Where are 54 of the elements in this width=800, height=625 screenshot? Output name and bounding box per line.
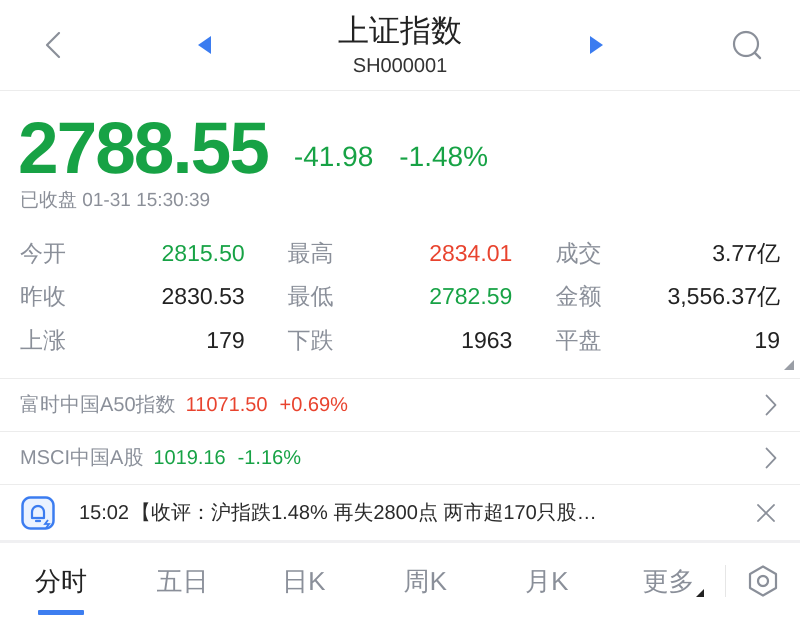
stat-label: 上涨 xyxy=(20,326,66,354)
stat-label: 成交 xyxy=(555,238,602,268)
stat-label: 下跌 xyxy=(288,326,334,354)
stat-label: 平盘 xyxy=(555,326,602,354)
price-value: 2788.55 xyxy=(18,109,268,189)
chart-tab[interactable]: 更多 xyxy=(608,543,729,619)
price-change: -41.98 xyxy=(294,140,374,174)
related-index-row[interactable]: MSCI中国A股 1019.16 -1.16% xyxy=(0,432,800,485)
stat-value: 2782.59 xyxy=(429,282,512,311)
stat-value: 3.77亿 xyxy=(712,238,780,268)
stat-value: 1963 xyxy=(461,326,512,354)
percent-change: -1.48% xyxy=(399,140,488,174)
stat-label: 金额 xyxy=(555,282,602,311)
next-index-button[interactable] xyxy=(588,35,604,55)
stat-value: 3,556.37亿 xyxy=(667,282,780,311)
news-time: 15:02 xyxy=(79,500,130,526)
chart-tab[interactable]: 周K xyxy=(364,543,486,619)
stat-label: 昨收 xyxy=(20,282,66,311)
chart-tab[interactable]: 五日 xyxy=(122,543,243,619)
related-index-change: -1.16% xyxy=(238,446,302,471)
chart-tab[interactable]: 月K xyxy=(486,543,608,619)
settings-icon xyxy=(748,565,778,597)
chart-tab[interactable]: 日K xyxy=(243,543,364,619)
related-index-change: +0.69% xyxy=(280,393,348,418)
stat-value: 19 xyxy=(754,326,780,354)
back-chevron-icon xyxy=(45,31,61,59)
stat-label: 最低 xyxy=(288,282,334,311)
previous-index-button[interactable] xyxy=(196,35,212,55)
market-status: 已收盘 01-31 15:30:39 xyxy=(20,189,210,213)
stat-label: 今开 xyxy=(20,238,66,268)
stat-value: 2815.50 xyxy=(162,238,245,268)
close-button[interactable] xyxy=(755,502,777,524)
index-code: SH000001 xyxy=(352,54,448,79)
related-index-name: MSCI中国A股 xyxy=(20,446,144,471)
left-triangle-icon xyxy=(198,36,210,54)
related-index-value: 1019.16 xyxy=(153,446,226,471)
page-title: 上证指数 xyxy=(338,12,462,50)
chevron-right-icon xyxy=(765,447,777,469)
right-triangle-icon xyxy=(590,36,602,54)
related-index-value: 11071.50 xyxy=(186,393,268,418)
news-headline[interactable]: 【收评：沪指跌1.48% 再失2800点 两市超170只股… xyxy=(131,498,597,528)
stat-value: 2834.01 xyxy=(429,238,512,268)
related-index-row[interactable]: 富时中国A50指数 11071.50 +0.69% xyxy=(0,379,800,432)
corner-triangle-icon[interactable] xyxy=(784,360,794,370)
bell-notice-icon xyxy=(21,496,55,530)
related-index-name: 富时中国A50指数 xyxy=(20,393,176,418)
close-icon xyxy=(756,502,776,522)
chevron-right-icon xyxy=(765,394,777,416)
stat-label: 最高 xyxy=(288,238,334,268)
stat-value: 179 xyxy=(206,326,245,354)
dropdown-corner-icon xyxy=(696,588,704,596)
chart-tab[interactable]: 分时 xyxy=(0,543,122,619)
stat-value: 2830.53 xyxy=(162,282,245,311)
search-icon xyxy=(732,30,762,60)
